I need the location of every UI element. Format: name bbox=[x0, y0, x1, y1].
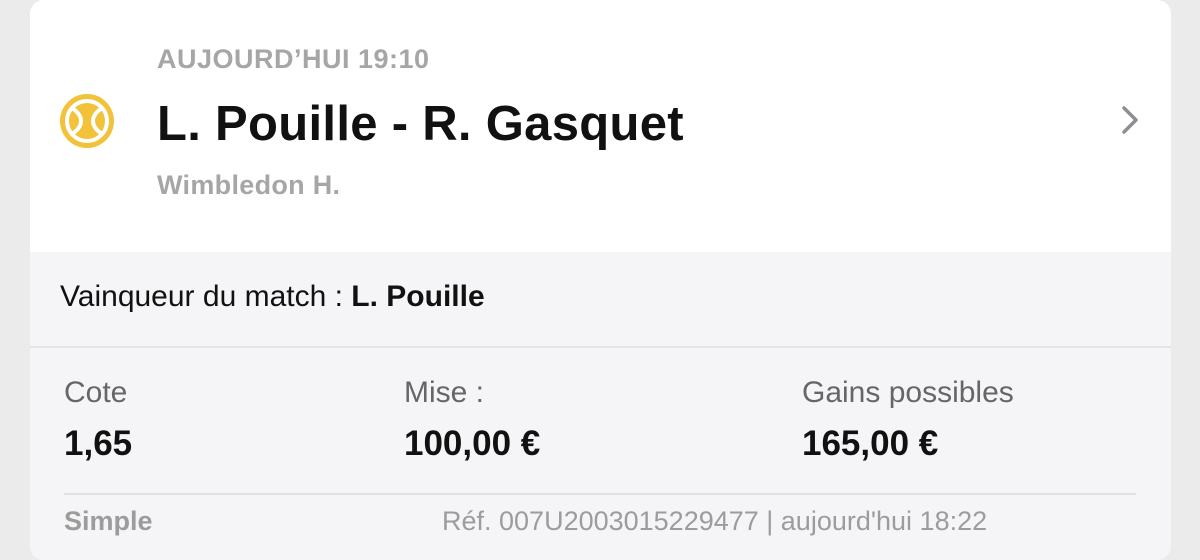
bet-reference: Réf. 007U2003015229477 | aujourd'hui 18:… bbox=[442, 506, 988, 536]
competition-name: Wimbledon H. bbox=[157, 170, 341, 200]
match-title: L. Pouille - R. Gasquet bbox=[157, 97, 684, 151]
gains-stat: Gains possibles 165,00 € bbox=[802, 376, 1014, 464]
chevron-right-icon[interactable] bbox=[1115, 100, 1145, 140]
odds-label: Cote bbox=[64, 376, 128, 409]
selection-bar: Vainqueur du match : L. Pouille bbox=[30, 252, 1171, 348]
event-date: AUJOURD’HUI 19:10 bbox=[157, 44, 430, 74]
odds-stat: Cote 1,65 bbox=[64, 376, 132, 464]
stake-label: Mise : bbox=[404, 376, 485, 409]
stake-stat: Mise : 100,00 € bbox=[404, 376, 540, 464]
gains-label: Gains possibles bbox=[802, 376, 1014, 409]
bet-type: Simple bbox=[64, 506, 153, 536]
event-header[interactable]: AUJOURD’HUI 19:10 L. Pouille - R. Gasque… bbox=[30, 0, 1171, 252]
selection-text: Vainqueur du match : L. Pouille bbox=[60, 280, 485, 314]
selected-pick: L. Pouille bbox=[351, 280, 485, 313]
market-label: Vainqueur du match : bbox=[60, 280, 352, 313]
divider bbox=[64, 493, 1136, 495]
bet-card: AUJOURD’HUI 19:10 L. Pouille - R. Gasque… bbox=[30, 0, 1171, 560]
tennis-ball-icon bbox=[60, 94, 114, 148]
stake-value: 100,00 € bbox=[404, 424, 541, 463]
bet-stats: Cote 1,65 Mise : 100,00 € Gains possible… bbox=[30, 348, 1171, 560]
gains-value: 165,00 € bbox=[802, 424, 939, 463]
odds-value: 1,65 bbox=[64, 424, 133, 463]
